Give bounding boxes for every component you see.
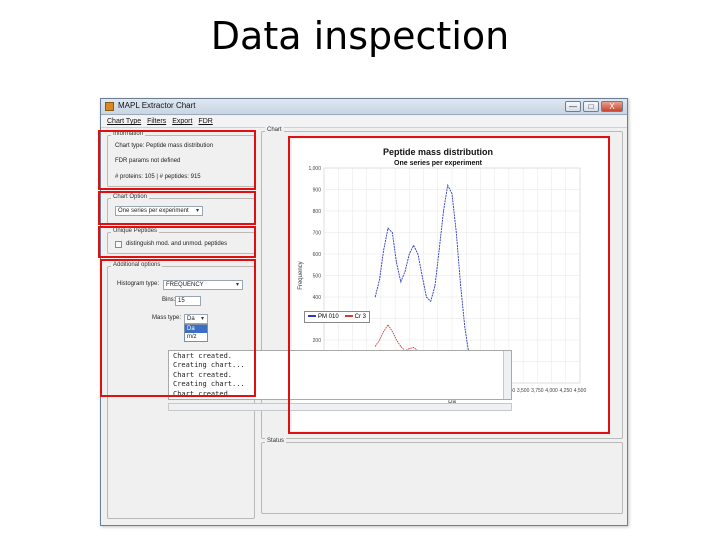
slide-title: Data inspection xyxy=(210,14,510,58)
window-title: MAPL Extractor Chart xyxy=(118,101,196,110)
menu-bar: Chart Type Filters Export FDR xyxy=(101,116,627,128)
menu-export[interactable]: Export xyxy=(172,116,192,127)
menu-filters[interactable]: Filters xyxy=(147,116,166,127)
maximize-button[interactable]: □ xyxy=(583,101,599,112)
window-titlebar[interactable]: MAPL Extractor Chart — □ X xyxy=(101,99,627,115)
menu-fdr[interactable]: FDR xyxy=(198,116,212,127)
highlight-chart xyxy=(288,136,610,434)
highlight-chart-option xyxy=(98,191,256,225)
highlight-additional-options xyxy=(100,259,256,397)
app-icon xyxy=(105,102,114,111)
highlight-unique-peptides xyxy=(98,226,256,258)
minimize-button[interactable]: — xyxy=(565,101,581,112)
chart-group-label: Chart xyxy=(265,127,284,133)
status-group-label: Status xyxy=(265,438,287,444)
menu-chart-type[interactable]: Chart Type xyxy=(107,116,141,127)
close-button[interactable]: X xyxy=(601,101,623,112)
window-controls: — □ X xyxy=(565,101,623,112)
status-group xyxy=(261,442,623,514)
highlight-information xyxy=(98,130,256,190)
